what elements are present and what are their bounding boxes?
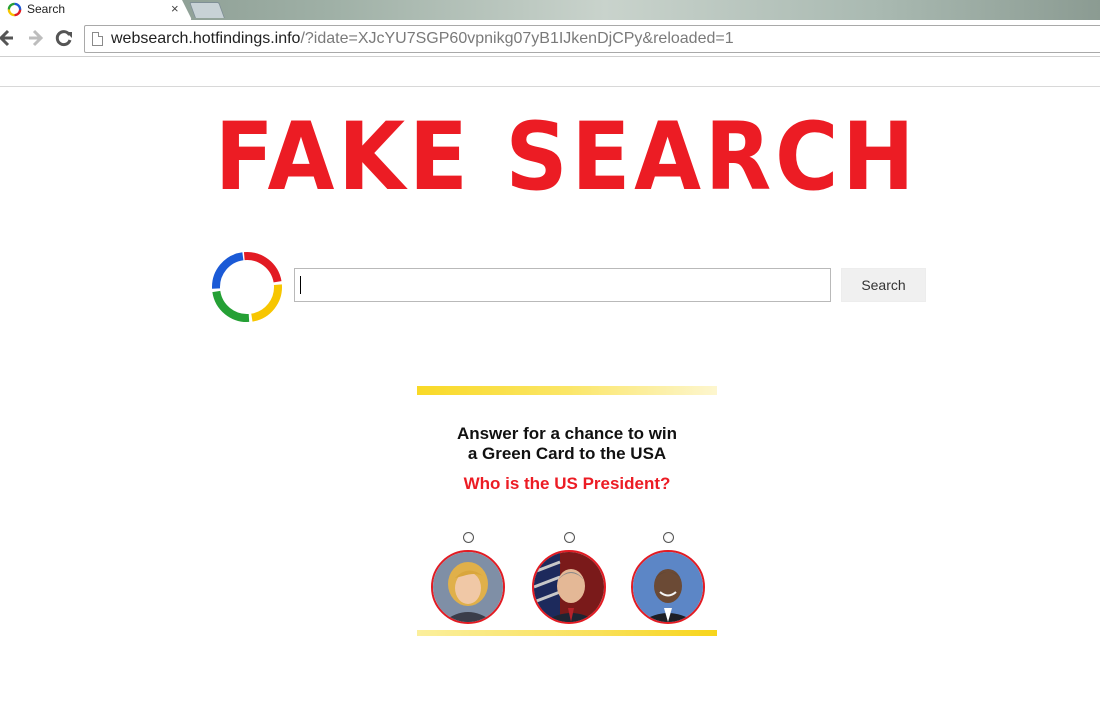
back-button[interactable] [0,27,16,49]
portrait-man-icon[interactable] [631,550,705,624]
url-host: websearch.hotfindings.info [111,30,301,47]
forward-button[interactable] [26,27,46,49]
ring-logo-icon [212,251,282,322]
quiz-choice-2[interactable] [532,532,608,626]
portrait-man-flag-icon[interactable] [532,550,606,624]
quiz-choice-3[interactable] [631,532,707,626]
search-input[interactable] [294,268,831,302]
choice-2-radio[interactable] [564,532,575,543]
text-caret [300,276,301,294]
arrow-right-icon [29,29,44,47]
choice-3-radio[interactable] [663,532,674,543]
page-icon [92,32,103,46]
browser-toolbar: websearch.hotfindings.info/?idate=XJcYU7… [0,20,1100,57]
bookmark-bar [0,57,1100,87]
choice-1-radio[interactable] [463,532,474,543]
portrait-woman-icon[interactable] [431,550,505,624]
quiz-headline-line2: a Green Card to the USA [467,444,667,463]
reload-button[interactable] [54,27,74,49]
url-text[interactable]: websearch.hotfindings.info/?idate=XJcYU7… [111,30,734,48]
quiz-choice-1[interactable] [431,532,507,626]
address-bar[interactable]: websearch.hotfindings.info/?idate=XJcYU7… [84,25,1100,53]
quiz-bottom-bar [417,630,717,636]
tab-title: Search [27,2,66,16]
ring-logo-icon [7,2,22,17]
page-title: FAKE SEARCH [214,103,919,212]
quiz-ad: Answer for a chance to win a Green Card … [417,386,717,638]
reload-icon [55,30,72,47]
close-icon[interactable]: × [171,1,179,17]
url-path: /?idate=XJcYU7SGP60vpnikg07yB1IJkenDjCPy… [300,30,734,47]
arrow-left-icon [0,29,13,47]
quiz-top-bar [417,386,717,395]
new-tab-button[interactable] [189,2,225,18]
quiz-headline-line1: Answer for a chance to win [456,424,678,443]
quiz-question: Who is the US President? [463,474,671,493]
search-button[interactable]: Search [841,268,926,302]
tab-strip: Search × [0,0,1100,20]
tab-search[interactable]: Search × [0,0,192,20]
